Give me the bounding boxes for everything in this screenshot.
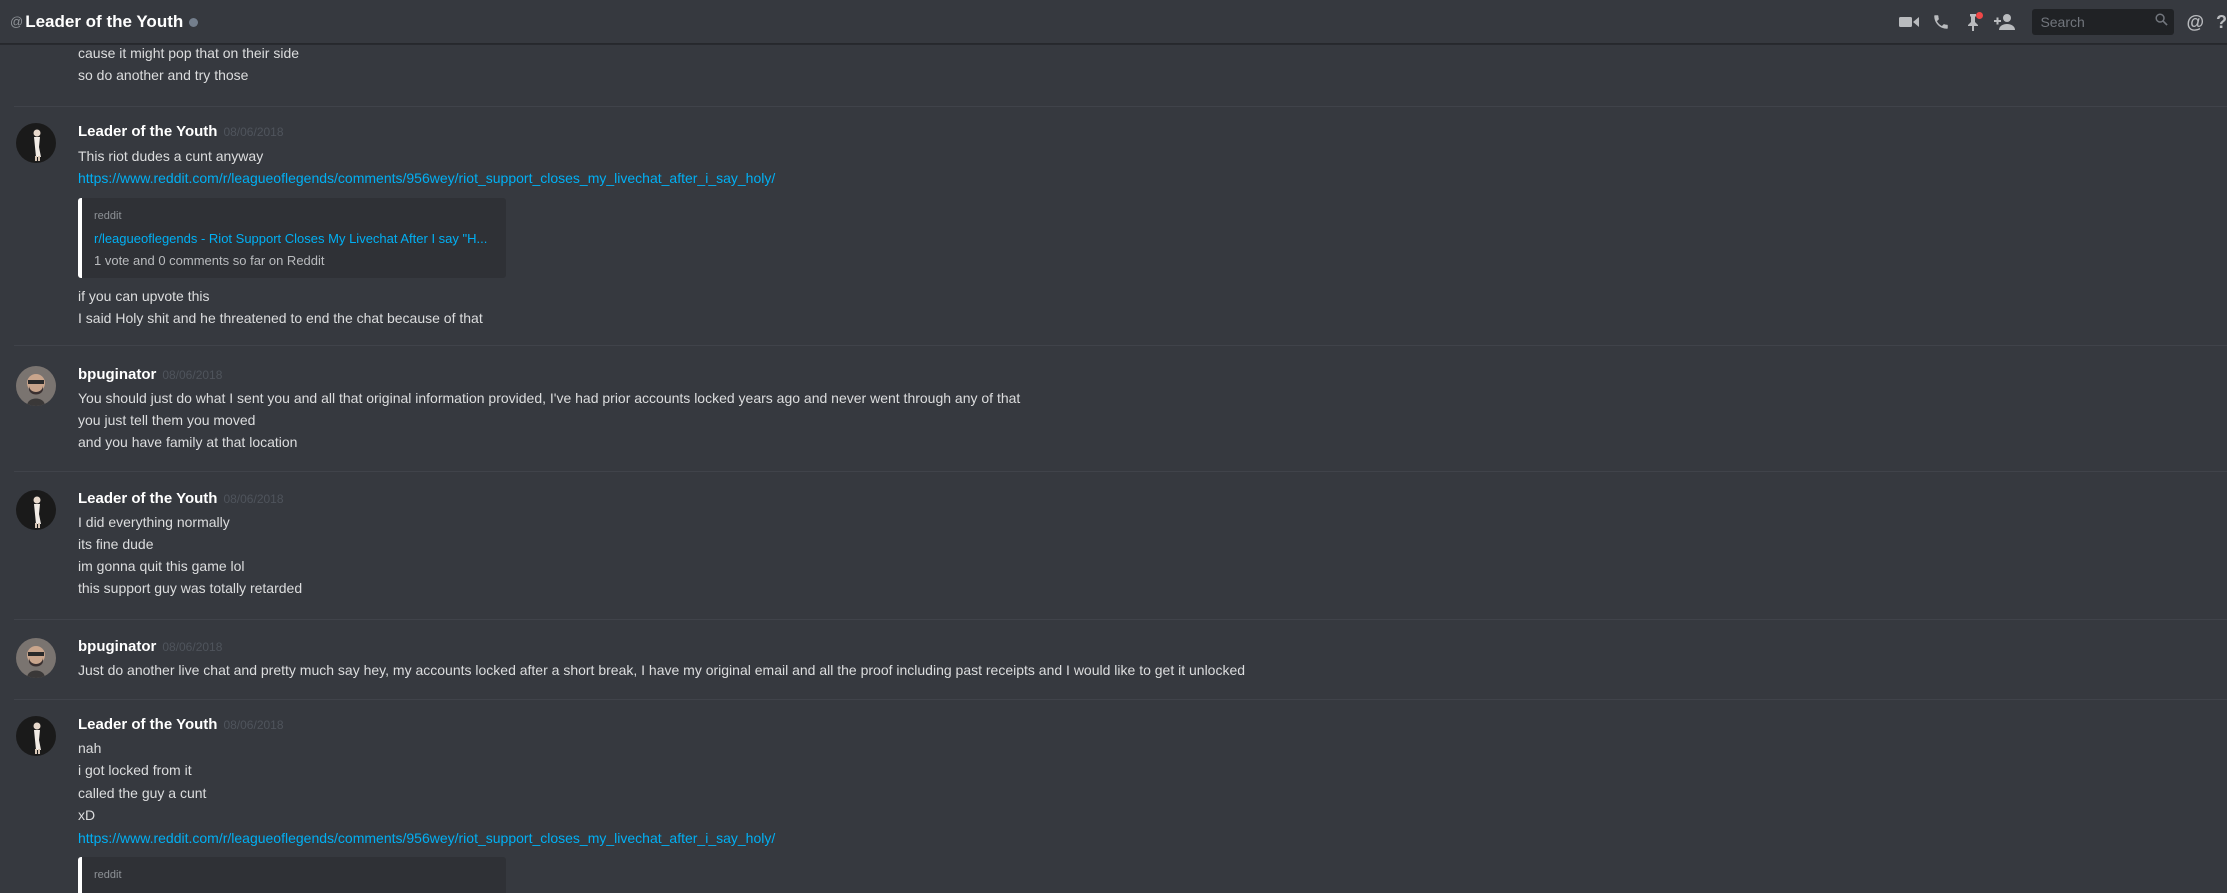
- message-text: xD: [78, 807, 96, 823]
- video-camera-icon[interactable]: [1898, 11, 1920, 33]
- author-name[interactable]: Leader of the Youth: [78, 490, 217, 507]
- message-timestamp: 08/06/2018: [162, 640, 223, 654]
- message-author[interactable]: bpuginator 08/06/2018: [78, 638, 222, 655]
- message-author[interactable]: Leader of the Youth 08/06/2018: [78, 716, 284, 733]
- channel-header: @ Leader of the Youth @ ?: [0, 0, 2227, 44]
- message-text: I did everything normally: [78, 514, 230, 530]
- message-list: cause it might pop that on their side so…: [0, 44, 2227, 893]
- notification-dot: [1976, 12, 1984, 19]
- message-text: cause it might pop that on their side: [78, 45, 300, 61]
- author-name[interactable]: Leader of the Youth: [78, 123, 217, 140]
- search-icon: [2155, 13, 2169, 31]
- message-text: i got locked from it: [78, 762, 192, 778]
- add-member-icon[interactable]: [1994, 11, 2016, 33]
- author-name[interactable]: bpuginator: [78, 638, 156, 655]
- message-text: Just do another live chat and pretty muc…: [78, 662, 1246, 678]
- link-embed: reddit r/leagueoflegends - Riot Support …: [78, 198, 506, 278]
- message-author[interactable]: Leader of the Youth 08/06/2018: [78, 123, 284, 140]
- embed-title[interactable]: r/leagueoflegends - Riot Support Closes …: [94, 231, 494, 246]
- author-name[interactable]: Leader of the Youth: [78, 716, 217, 733]
- message-text: I said Holy shit and he threatened to en…: [78, 310, 483, 326]
- dm-at-symbol: @: [10, 14, 24, 29]
- mentions-icon[interactable]: @: [2186, 12, 2204, 33]
- embed-provider[interactable]: reddit: [94, 869, 122, 881]
- author-name[interactable]: bpuginator: [78, 366, 156, 383]
- message-link[interactable]: https://www.reddit.com/r/leagueoflegends…: [78, 829, 775, 847]
- message-text: so do another and try those: [78, 67, 249, 83]
- header-toolbar: @ ?: [1898, 0, 2227, 44]
- avatar[interactable]: [16, 366, 56, 406]
- avatar[interactable]: [16, 638, 56, 678]
- search-input[interactable]: [2038, 13, 2153, 31]
- message-timestamp: 08/06/2018: [162, 368, 223, 382]
- message-divider: [14, 699, 2227, 700]
- message-text: and you have family at that location: [78, 434, 298, 450]
- message-text: im gonna quit this game lol: [78, 558, 245, 574]
- message-text: You should just do what I sent you and a…: [78, 390, 1021, 406]
- message-text: you just tell them you moved: [78, 412, 256, 428]
- pin-icon[interactable]: [1962, 11, 1984, 33]
- help-icon[interactable]: ?: [2216, 12, 2227, 33]
- message-divider: [14, 619, 2227, 620]
- embed-description: 1 vote and 0 comments so far on Reddit: [94, 253, 325, 268]
- status-indicator: [189, 18, 199, 27]
- phone-icon[interactable]: [1930, 11, 1952, 33]
- message-text: This riot dudes a cunt anyway: [78, 148, 264, 164]
- message-timestamp: 08/06/2018: [223, 492, 284, 506]
- link-embed: reddit: [78, 857, 506, 893]
- message-text: nah: [78, 740, 102, 756]
- page-title: Leader of the Youth: [25, 11, 184, 31]
- message-text: its fine dude: [78, 536, 154, 552]
- message-text: this support guy was totally retarded: [78, 580, 303, 596]
- message-text: called the guy a cunt: [78, 785, 207, 801]
- message-text: if you can upvote this: [78, 288, 210, 304]
- message-divider: [14, 106, 2227, 107]
- message-divider: [14, 345, 2227, 346]
- avatar[interactable]: [16, 716, 56, 756]
- message-timestamp: 08/06/2018: [223, 718, 284, 732]
- message-author[interactable]: Leader of the Youth 08/06/2018: [78, 490, 284, 507]
- avatar[interactable]: [16, 123, 56, 163]
- message-author[interactable]: bpuginator 08/06/2018: [78, 366, 222, 383]
- message-divider: [14, 471, 2227, 472]
- message-link[interactable]: https://www.reddit.com/r/leagueoflegends…: [78, 169, 775, 187]
- embed-provider[interactable]: reddit: [94, 210, 122, 222]
- avatar[interactable]: [16, 490, 56, 530]
- search-box[interactable]: [2032, 9, 2175, 35]
- message-timestamp: 08/06/2018: [223, 125, 284, 139]
